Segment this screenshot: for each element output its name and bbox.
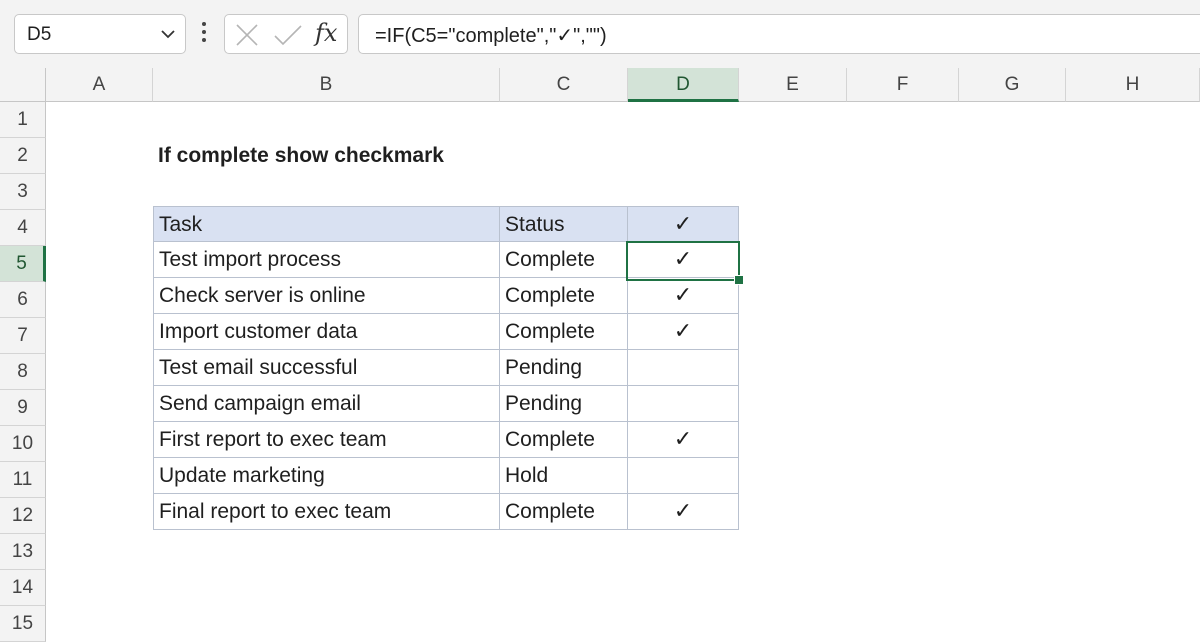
sheet-title[interactable]: If complete show checkmark — [158, 144, 444, 168]
row-header-13[interactable]: 13 — [0, 534, 46, 570]
checkmark-cell[interactable] — [628, 386, 739, 422]
status-cell[interactable]: Complete — [500, 242, 628, 278]
task-cell[interactable]: Check server is online — [153, 278, 500, 314]
column-header-b[interactable]: B — [153, 68, 500, 102]
task-cell[interactable]: Test import process — [153, 242, 500, 278]
header-checkmark[interactable]: ✓ — [628, 206, 739, 242]
formula-input[interactable]: =IF(C5="complete","✓","") — [358, 14, 1200, 54]
status-cell[interactable]: Complete — [500, 422, 628, 458]
active-cell-selection — [626, 241, 740, 281]
row-header-12[interactable]: 12 — [0, 498, 46, 534]
chevron-down-icon[interactable] — [161, 29, 175, 39]
task-cell[interactable]: Update marketing — [153, 458, 500, 494]
column-header-d[interactable]: D — [628, 68, 739, 102]
row-header-9[interactable]: 9 — [0, 390, 46, 426]
check-icon[interactable] — [273, 24, 303, 46]
formula-text: =IF(C5="complete","✓","") — [375, 25, 607, 47]
name-box[interactable]: D5 — [14, 14, 186, 54]
row-header-10[interactable]: 10 — [0, 426, 46, 462]
checkmark-cell[interactable]: ✓ — [628, 494, 739, 530]
row-header-2[interactable]: 2 — [0, 138, 46, 174]
row-header-1[interactable]: 1 — [0, 102, 46, 138]
row-header-4[interactable]: 4 — [0, 210, 46, 246]
checkmark-cell[interactable]: ✓ — [628, 422, 739, 458]
column-header-f[interactable]: F — [847, 68, 959, 102]
row-header-15[interactable]: 15 — [0, 606, 46, 642]
status-cell[interactable]: Complete — [500, 494, 628, 530]
checkmark-cell[interactable]: ✓ — [628, 314, 739, 350]
more-options-icon[interactable] — [200, 22, 208, 46]
task-cell[interactable]: First report to exec team — [153, 422, 500, 458]
task-cell[interactable]: Final report to exec team — [153, 494, 500, 530]
row-header-11[interactable]: 11 — [0, 462, 46, 498]
x-icon[interactable] — [235, 24, 259, 46]
header-status[interactable]: Status — [500, 206, 628, 242]
select-all-corner[interactable] — [0, 68, 46, 102]
checkmark-cell[interactable] — [628, 350, 739, 386]
column-header-c[interactable]: C — [500, 68, 628, 102]
row-header-3[interactable]: 3 — [0, 174, 46, 210]
row-header-7[interactable]: 7 — [0, 318, 46, 354]
status-cell[interactable]: Complete — [500, 278, 628, 314]
task-cell[interactable]: Test email successful — [153, 350, 500, 386]
status-cell[interactable]: Complete — [500, 314, 628, 350]
formula-bar-area: D5 fx =IF(C5="complete","✓","") — [0, 0, 1200, 68]
name-box-value: D5 — [27, 24, 52, 45]
fill-handle[interactable] — [734, 275, 744, 285]
status-cell[interactable]: Pending — [500, 350, 628, 386]
task-cell[interactable]: Import customer data — [153, 314, 500, 350]
insert-function-button[interactable]: fx — [315, 19, 337, 47]
task-cell[interactable]: Send campaign email — [153, 386, 500, 422]
column-header-a[interactable]: A — [46, 68, 153, 102]
status-cell[interactable]: Hold — [500, 458, 628, 494]
header-task[interactable]: Task — [153, 206, 500, 242]
column-header-e[interactable]: E — [739, 68, 847, 102]
column-header-g[interactable]: G — [959, 68, 1066, 102]
checkmark-cell[interactable]: ✓ — [628, 278, 739, 314]
status-cell[interactable]: Pending — [500, 386, 628, 422]
row-header-14[interactable]: 14 — [0, 570, 46, 606]
checkmark-cell[interactable] — [628, 458, 739, 494]
column-header-h[interactable]: H — [1066, 68, 1200, 102]
formula-controls: fx — [224, 14, 348, 54]
row-header-8[interactable]: 8 — [0, 354, 46, 390]
row-header-5[interactable]: 5 — [0, 246, 46, 282]
row-header-6[interactable]: 6 — [0, 282, 46, 318]
